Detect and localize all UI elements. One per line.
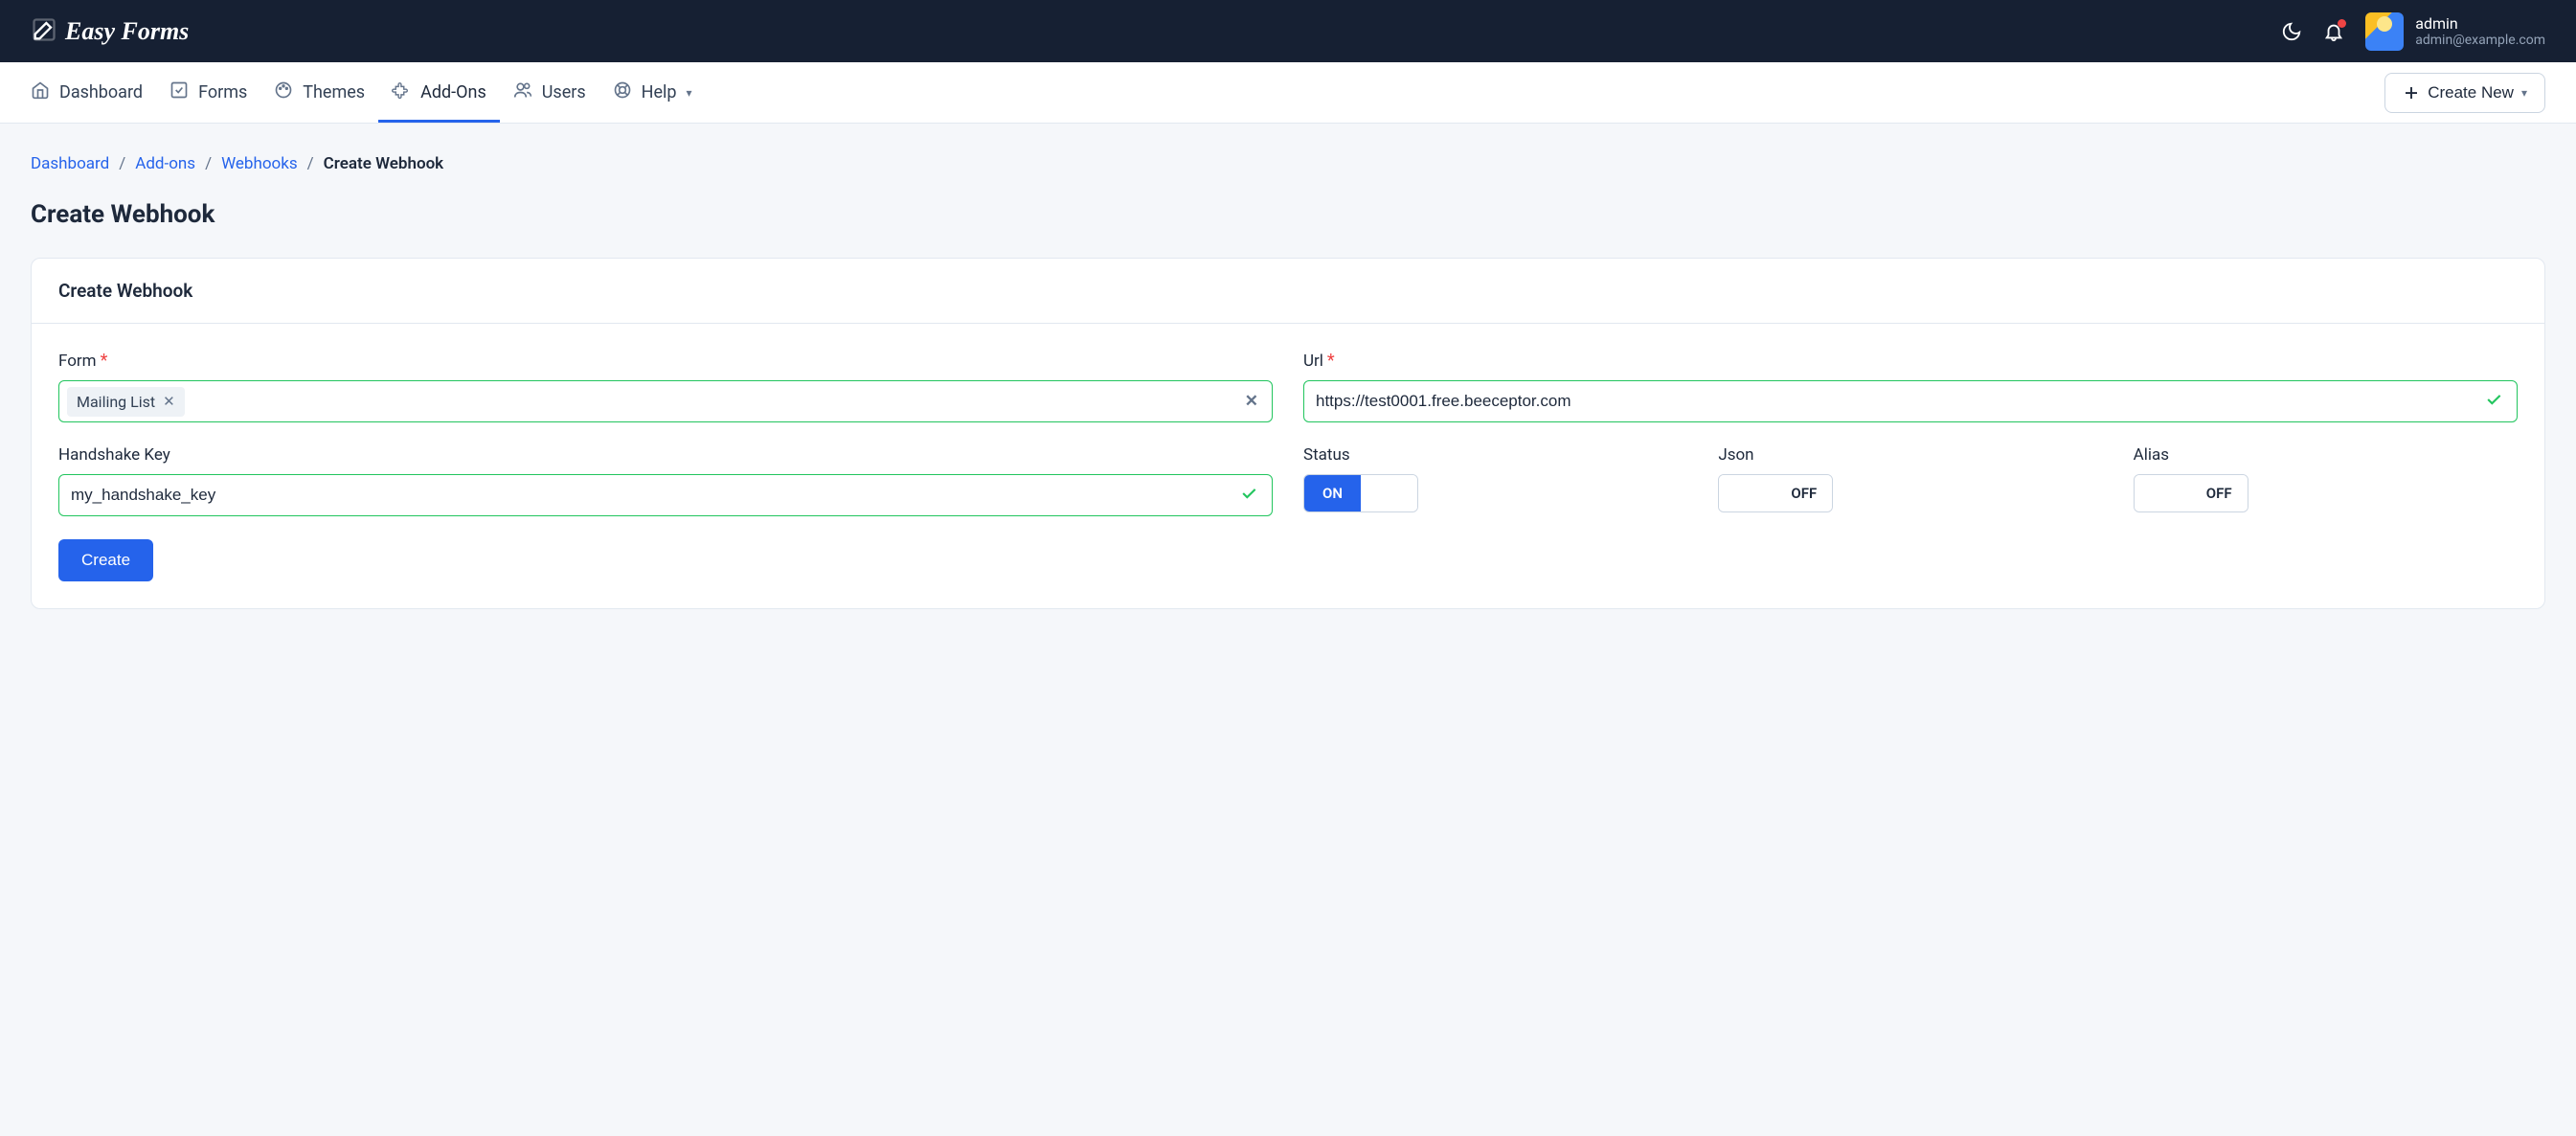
toggle-off-side xyxy=(1361,475,1417,511)
plus-icon xyxy=(2403,84,2420,102)
form-field-label: Form * xyxy=(58,351,1273,371)
form-select[interactable]: Mailing List ✕ ✕ xyxy=(58,380,1273,422)
page-title: Create Webhook xyxy=(31,200,2545,229)
moon-icon xyxy=(2281,21,2302,42)
nav-themes[interactable]: Themes xyxy=(274,62,365,123)
alias-label: Alias xyxy=(2134,445,2518,465)
status-label: Status xyxy=(1303,445,1687,465)
url-field-group: Url * xyxy=(1303,351,2518,422)
nav-forms[interactable]: Forms xyxy=(169,62,247,123)
card-header: Create Webhook xyxy=(32,259,2544,324)
label-text: Form xyxy=(58,352,97,371)
status-field-group: Status ON xyxy=(1303,445,1687,516)
breadcrumb-dashboard[interactable]: Dashboard xyxy=(31,154,109,173)
nav-dashboard[interactable]: Dashboard xyxy=(31,62,143,123)
nav-label: Add-Ons xyxy=(420,82,486,102)
user-info: admin admin@example.com xyxy=(2415,14,2545,49)
alias-toggle[interactable]: OFF xyxy=(2134,474,2248,512)
check-icon xyxy=(1239,484,1258,507)
url-field-label: Url * xyxy=(1303,351,2518,371)
breadcrumb-separator: / xyxy=(307,154,314,173)
user-name: admin xyxy=(2415,14,2545,33)
dark-mode-toggle[interactable] xyxy=(2281,21,2302,42)
brand-name: Easy Forms xyxy=(65,17,189,46)
toggle-off-label: OFF xyxy=(1775,475,1832,511)
status-toggle[interactable]: ON xyxy=(1303,474,1418,512)
chevron-down-icon: ▾ xyxy=(2521,86,2527,100)
nav-help[interactable]: Help ▾ xyxy=(613,62,692,123)
toggle-off-label: OFF xyxy=(2191,475,2248,511)
url-input-wrap xyxy=(1303,380,2518,422)
users-icon xyxy=(513,80,532,104)
handshake-input[interactable] xyxy=(71,486,1230,505)
toggle-cluster: Status ON Json OFF Ali xyxy=(1303,445,2518,516)
create-new-button[interactable]: Create New ▾ xyxy=(2384,73,2545,113)
page-content: Dashboard / Add-ons / Webhooks / Create … xyxy=(0,124,2576,640)
breadcrumb: Dashboard / Add-ons / Webhooks / Create … xyxy=(31,154,2545,173)
palette-icon xyxy=(274,80,293,104)
brand-logo[interactable]: Easy Forms xyxy=(31,16,189,47)
topbar: Easy Forms admin admin@example.com xyxy=(0,0,2576,62)
json-label: Json xyxy=(1718,445,2102,465)
label-text: Url xyxy=(1303,352,1323,371)
avatar xyxy=(2365,12,2404,51)
chevron-down-icon: ▾ xyxy=(687,86,692,100)
url-input[interactable] xyxy=(1316,392,2474,411)
navbar: Dashboard Forms Themes Add-Ons Users Hel… xyxy=(0,62,2576,124)
json-toggle[interactable]: OFF xyxy=(1718,474,1833,512)
help-icon xyxy=(613,80,632,104)
json-field-group: Json OFF xyxy=(1718,445,2102,516)
check-icon xyxy=(2484,390,2503,413)
alias-field-group: Alias OFF xyxy=(2134,445,2518,516)
check-square-icon xyxy=(169,80,189,104)
nav-addons[interactable]: Add-Ons xyxy=(392,62,486,123)
home-icon xyxy=(31,80,50,104)
create-button[interactable]: Create xyxy=(58,539,153,581)
notification-dot xyxy=(2338,19,2346,28)
nav-label: Themes xyxy=(303,82,365,102)
form-field-group: Form * Mailing List ✕ ✕ xyxy=(58,351,1273,422)
card: Create Webhook Form * Mailing List ✕ ✕ xyxy=(31,258,2545,609)
handshake-field-group: Handshake Key xyxy=(58,445,1273,516)
handshake-field-label: Handshake Key xyxy=(58,445,1273,465)
toggle-on-side xyxy=(1719,475,1775,511)
topbar-right: admin admin@example.com xyxy=(2281,12,2545,51)
puzzle-icon xyxy=(392,80,411,104)
nav-links: Dashboard Forms Themes Add-Ons Users Hel… xyxy=(31,62,692,123)
handshake-input-wrap xyxy=(58,474,1273,516)
nav-users[interactable]: Users xyxy=(513,62,586,123)
required-asterisk: * xyxy=(101,351,108,371)
nav-label: Forms xyxy=(198,82,247,102)
clear-all-icon[interactable]: ✕ xyxy=(1245,392,1258,411)
nav-label: Dashboard xyxy=(59,82,143,102)
toggle-on-side xyxy=(2135,475,2191,511)
notifications-button[interactable] xyxy=(2323,21,2344,42)
pencil-square-icon xyxy=(31,16,57,47)
selected-tag: Mailing List ✕ xyxy=(67,387,185,417)
toggle-on-label: ON xyxy=(1304,475,1361,511)
required-asterisk: * xyxy=(1327,351,1335,371)
breadcrumb-current: Create Webhook xyxy=(324,154,444,173)
user-email: admin@example.com xyxy=(2415,33,2545,49)
create-new-label: Create New xyxy=(2428,83,2514,102)
nav-label: Users xyxy=(542,82,586,102)
breadcrumb-separator: / xyxy=(205,154,212,173)
user-menu[interactable]: admin admin@example.com xyxy=(2365,12,2545,51)
card-body: Form * Mailing List ✕ ✕ Url * xyxy=(32,324,2544,608)
breadcrumb-separator: / xyxy=(119,154,125,173)
breadcrumb-webhooks[interactable]: Webhooks xyxy=(221,154,298,173)
breadcrumb-addons[interactable]: Add-ons xyxy=(135,154,195,173)
tag-remove-icon[interactable]: ✕ xyxy=(163,393,175,410)
tag-label: Mailing List xyxy=(77,393,155,411)
nav-label: Help xyxy=(642,82,677,102)
